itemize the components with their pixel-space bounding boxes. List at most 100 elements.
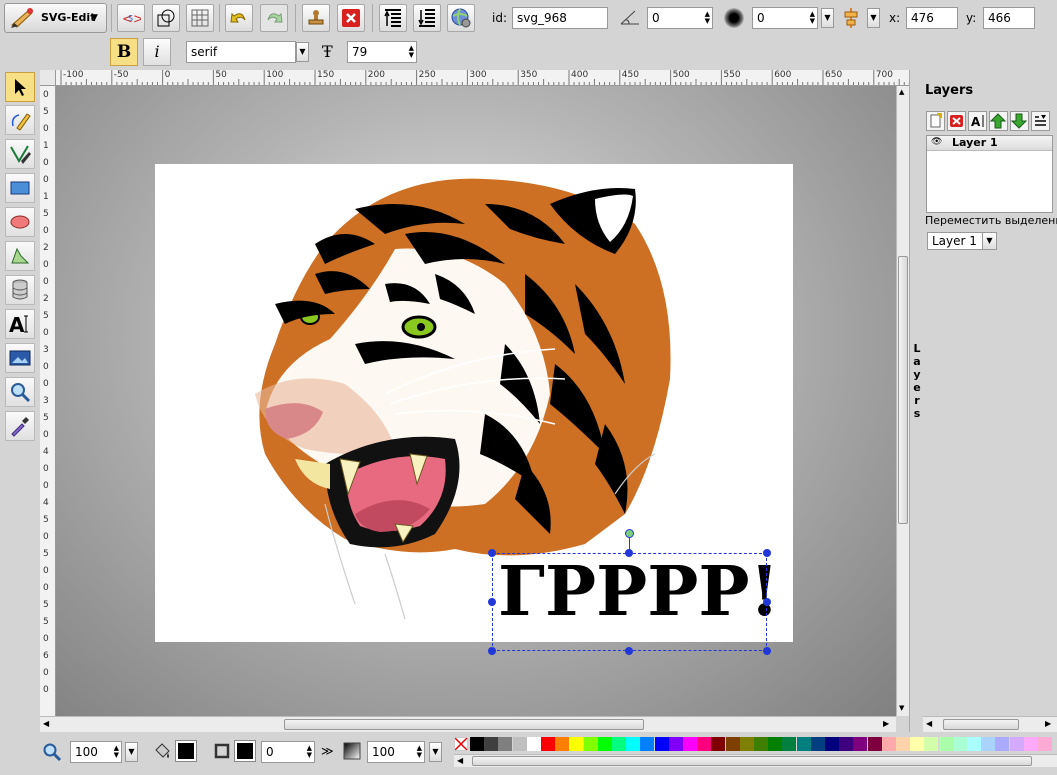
ellipse-tool[interactable] [5,207,35,237]
resize-handle-ne[interactable] [763,549,771,557]
palette-swatch[interactable] [938,737,953,751]
scroll-left-arrow-icon[interactable]: ◀ [43,719,49,728]
palette-swatch[interactable] [555,737,570,751]
font-size-input[interactable]: 79 ▲ ▼ [347,41,417,63]
undo-button[interactable] [225,4,253,32]
blur-dropdown-button[interactable]: ▼ [821,8,834,28]
palette-swatch[interactable] [981,737,996,751]
align-dropdown-button[interactable]: ▼ [867,8,880,28]
link-button[interactable] [447,4,475,32]
source-button[interactable]: < > S [117,4,145,32]
palette-swatch[interactable] [1023,737,1038,751]
layers-panel-tab[interactable]: Layers [909,70,923,732]
palette-swatch[interactable] [470,737,484,751]
palette-swatch[interactable] [626,737,641,751]
vertical-scroll-thumb[interactable] [898,256,908,524]
stroke-style-icon[interactable]: ≫ [321,744,334,758]
scroll-left-arrow-icon[interactable]: ◀ [457,756,463,765]
opacity-input[interactable]: 100 ▲ ▼ [367,741,425,763]
rotate-handle[interactable] [625,529,634,538]
move-layer-up-button[interactable] [989,111,1008,131]
palette-swatch[interactable] [825,737,839,751]
palette-swatch[interactable] [640,737,655,751]
stroke-color-swatch[interactable] [234,740,256,762]
opacity-dropdown-button[interactable]: ▼ [429,742,442,762]
clone-button[interactable] [302,4,330,32]
polygon-tool[interactable] [5,241,35,271]
resize-handle-nw[interactable] [488,549,496,557]
palette-swatch[interactable] [668,737,683,751]
palette-swatch[interactable] [796,737,811,751]
palette-swatch[interactable] [839,737,854,751]
palette-swatch[interactable] [1038,737,1052,751]
wireframe-button[interactable] [152,4,180,32]
angle-input[interactable]: 0 ▲ ▼ [647,7,713,29]
bold-button[interactable]: B [110,38,138,66]
resize-handle-sw[interactable] [488,647,496,655]
rect-tool[interactable] [5,173,35,203]
vertical-scrollbar[interactable]: ▲ ▼ [896,86,909,716]
y-input[interactable]: 466 [983,7,1035,29]
palette-swatch[interactable] [725,737,740,751]
library-tool[interactable] [5,275,35,305]
new-layer-button[interactable] [926,111,945,131]
palette-swatch[interactable] [683,737,697,751]
palette-swatch[interactable] [952,737,967,751]
rename-layer-button[interactable]: A [968,111,987,131]
layers-scroll-thumb[interactable] [943,719,1019,730]
eyedropper-tool[interactable] [5,411,35,441]
stroke-width-input[interactable]: 0 ▲ ▼ [261,741,315,763]
move-top-button[interactable] [379,4,407,32]
zoom-dropdown-button[interactable]: ▼ [125,742,138,762]
palette-swatch[interactable] [995,737,1010,751]
blur-input[interactable]: 0 ▲ ▼ [752,7,818,29]
palette-swatch[interactable] [612,737,626,751]
palette-swatch[interactable] [881,737,896,751]
palette-swatch[interactable] [754,737,768,751]
text-tool[interactable]: A [5,309,35,339]
palette-swatch[interactable] [896,737,910,751]
palette-swatch[interactable] [867,737,882,751]
eye-icon[interactable]: 👁 [931,137,942,147]
resize-handle-se[interactable] [763,647,771,655]
resize-handle-w[interactable] [488,598,496,606]
palette-scroll-thumb[interactable] [472,756,1032,766]
select-tool[interactable] [5,72,35,102]
layer-menu-button[interactable] [1031,111,1050,131]
palette-swatch[interactable] [782,737,797,751]
palette-swatch[interactable] [739,737,754,751]
scroll-left-arrow-icon[interactable]: ◀ [926,719,932,728]
resize-handle-e[interactable] [763,598,771,606]
palette-swatch[interactable] [910,737,925,751]
zoom-input[interactable]: 100 ▲ ▼ [70,741,122,763]
image-tool[interactable] [5,343,35,373]
delete-button[interactable] [337,4,365,32]
palette-swatch[interactable] [768,737,783,751]
palette-swatch[interactable] [526,737,541,751]
zoom-tool[interactable] [5,377,35,407]
horizontal-scrollbar[interactable]: ◀ ▶ [40,716,896,732]
move-layer-down-button[interactable] [1010,111,1029,131]
palette-swatch[interactable] [810,737,825,751]
palette-swatch[interactable] [583,737,598,751]
palette-swatch[interactable] [498,737,513,751]
pencil-tool[interactable] [5,105,35,135]
font-family-dropdown-button[interactable]: ▼ [296,42,309,62]
resize-handle-s[interactable] [625,647,633,655]
move-bottom-button[interactable] [413,4,441,32]
move-layer-select[interactable]: Layer 1 ▼ [927,232,997,250]
scroll-up-arrow-icon[interactable]: ▲ [899,88,904,96]
main-menu-button[interactable]: SVG-Edit ▼ [4,3,107,33]
scroll-down-arrow-icon[interactable]: ▼ [899,704,904,712]
palette-swatch[interactable] [697,737,712,751]
id-input[interactable]: svg_968 [512,7,608,29]
layers-scrollbar[interactable]: ◀ ▶ [923,716,1057,732]
palette-swatch[interactable] [597,737,612,751]
italic-button[interactable]: i [143,38,171,66]
no-color-swatch[interactable] [454,737,468,751]
palette-scrollbar[interactable]: ◀ [454,754,1057,767]
scroll-right-arrow-icon[interactable]: ▶ [883,719,889,728]
palette-swatch[interactable] [924,737,939,751]
path-tool[interactable] [5,139,35,169]
palette-swatch[interactable] [1009,737,1024,751]
